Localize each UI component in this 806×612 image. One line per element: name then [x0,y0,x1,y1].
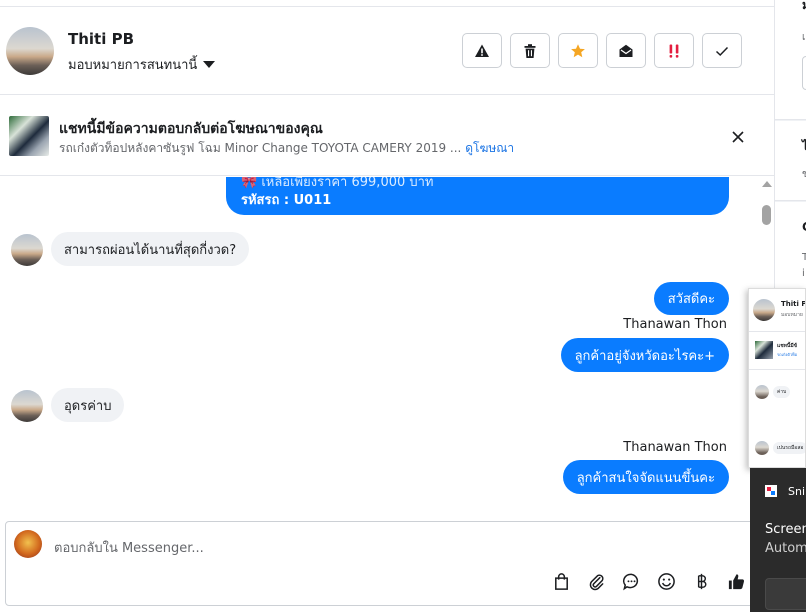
ad-banner-title: แชทนี้มีข้อความตอบกลับต่อโฆษณาของคุณ [59,121,323,137]
preview-message: ค่าบ [773,386,791,398]
panel-text: ม [802,0,806,15]
contact-name[interactable]: Thiti PB [68,30,134,48]
conversation-pane: Thiti PB มอบหมายการสนทนานี้ แชทนี้มีข้อค… [0,0,779,612]
close-banner-button[interactable] [728,127,748,147]
incoming-message[interactable]: อุดรค่าบ [51,388,125,422]
panel-text: T [802,252,806,263]
warning-icon [475,44,489,57]
chat-bubble-icon [622,573,638,590]
scroll-up-arrow-icon[interactable] [762,181,772,187]
preview-subtitle: มอบหมาย [781,312,803,318]
sender-name: Thanawan Thon [623,440,727,455]
scissors-icon [765,485,777,497]
close-icon [732,131,744,143]
ad-reply-banner: แชทนี้มีข้อความตอบกลับต่อโฆษณาของคุณ รถเ… [0,96,774,176]
preview-divider [749,331,805,332]
preview-avatar [753,299,775,321]
ad-thumbnail[interactable] [9,116,49,156]
notification-body: Autom [765,541,806,556]
preview-ad-subtitle: รถเก๋งตัวท็อ [777,352,798,357]
mark-unread-button[interactable] [606,33,646,68]
star-icon [571,43,585,57]
ad-description: รถเก๋งตัวท็อปหลังคาซันรูฟ โฉม Minor Chan… [59,141,462,155]
ad-banner-subtitle: รถเก๋งตัวท็อปหลังคาซันรูฟ โฉม Minor Chan… [59,139,514,158]
message-thread[interactable]: 🎀 เหลือเพียงราคา 699,000 บาท รหัสรถ : U0… [0,177,758,520]
message-line: รหัสรถ : U011 [241,193,332,208]
preview-ad-thumbnail [755,341,773,359]
sender-name: Thanawan Thon [623,317,727,332]
baht-icon [697,573,706,589]
contact-avatar[interactable] [6,27,54,75]
shopping-bag-icon [554,572,568,590]
paperclip-icon [589,574,603,590]
panel-text: C [802,220,806,234]
preview-divider [749,369,805,370]
attach-button[interactable] [585,570,607,592]
follow-up-button[interactable] [654,33,694,68]
saved-replies-button[interactable] [620,570,642,592]
panel-text: ข [802,167,806,182]
preview-name: Thiti PB [781,300,806,308]
star-button[interactable] [558,33,598,68]
assign-label: มอบหมายการสนทนานี้ [68,58,198,73]
view-ad-link[interactable]: ดูโฆษณา [465,141,514,155]
notification-app-name: Sni [788,485,806,498]
panel-text: เ [802,32,806,43]
mark-done-button[interactable] [702,33,742,68]
assign-conversation-dropdown[interactable]: มอบหมายการสนทนานี้ [68,54,216,75]
preview-msg-avatar [755,441,769,455]
reply-input[interactable]: ตอบกลับใน Messenger... [54,537,204,558]
checkmark-icon [715,46,729,56]
like-button[interactable] [725,570,747,592]
preview-msg-avatar [755,385,769,399]
delete-button[interactable] [510,33,550,68]
report-spam-button[interactable] [462,33,502,68]
shop-button[interactable] [550,570,572,592]
thumbs-up-icon [728,573,744,589]
composer-toolbar [550,570,747,592]
caret-down-icon [203,61,216,68]
outgoing-message[interactable]: ลูกค้าอยู่จังหวัดอะไรคะ+ [560,338,729,372]
screenshot-preview[interactable]: Thiti PB มอบหมาย แชทนี้มีข้ รถเก๋งตัวท็อ… [748,288,806,468]
panel-field[interactable] [802,56,806,90]
reply-composer: ตอบกลับใน Messenger... [5,521,779,606]
page-avatar [14,530,42,558]
scrollbar-thumb[interactable] [762,205,771,225]
emoji-button[interactable] [655,570,677,592]
details-card: ไ ข [775,121,806,201]
outgoing-message-partial[interactable]: 🎀 เหลือเพียงราคา 699,000 บาท รหัสรถ : U0… [226,177,729,215]
contact-avatar-small [11,390,43,422]
preview-message: เปนรถมือสอ [773,442,805,454]
conversation-header: Thiti PB มอบหมายการสนทนานี้ [0,7,774,95]
snipping-tool-notification[interactable]: Sni Screen Autom [750,468,806,612]
smiley-icon [657,572,675,590]
preview-ad-title: แชทนี้มีข้ [777,343,798,349]
details-card: C T i [775,202,806,292]
contact-avatar-small [11,234,43,266]
notification-action-button[interactable] [765,578,806,610]
panel-text: i [802,268,805,279]
payment-button[interactable] [690,570,712,592]
notification-title: Screen [765,522,806,537]
double-exclamation-icon [669,44,679,58]
details-card: ม เ [775,0,806,120]
incoming-message[interactable]: สามารถผ่อนได้นานที่สุดกี่งวด? [51,232,250,266]
outgoing-message[interactable]: สวัสดีคะ [653,282,729,315]
messenger-window: Thiti PB มอบหมายการสนทนานี้ แชทนี้มีข้อค… [0,0,806,612]
trash-icon [524,43,536,58]
conversation-actions [462,33,742,68]
panel-text: ไ [802,137,806,156]
open-envelope-icon [619,44,633,57]
outgoing-message[interactable]: ลูกค้าสนใจจัดแนนขึ้นคะ [562,460,729,494]
